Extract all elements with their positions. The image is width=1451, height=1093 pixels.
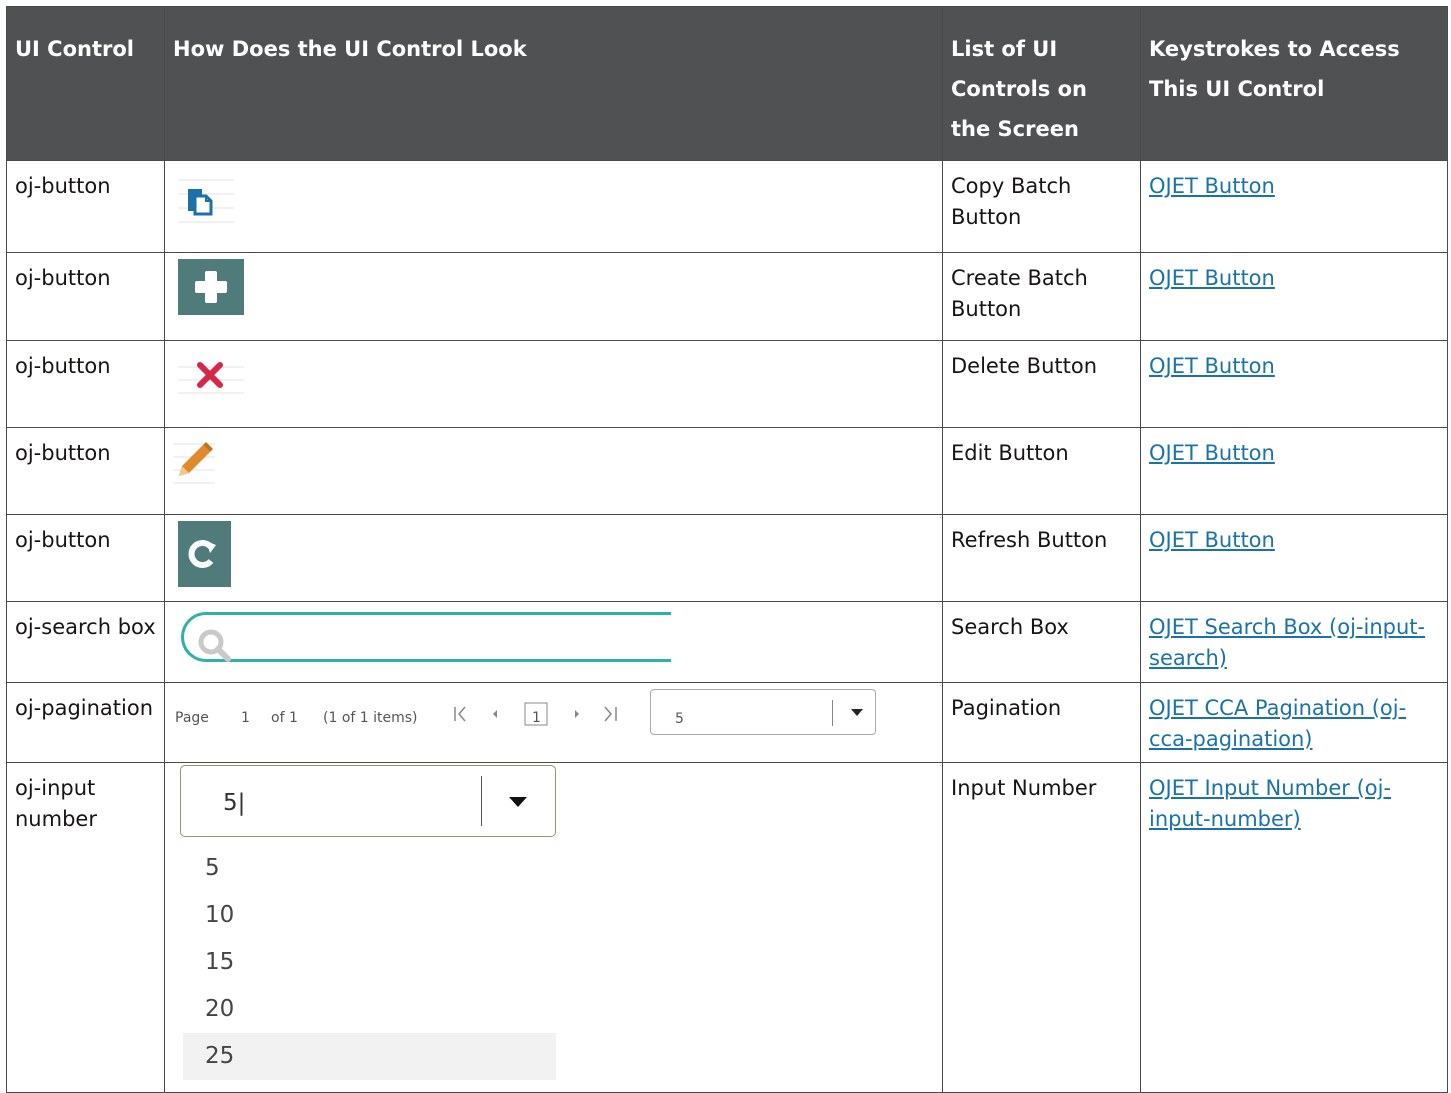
table-row: oj-button Create Batch Button OJET Butto… <box>6 252 1448 341</box>
control-cell: oj-search box <box>6 601 165 683</box>
input-number-image: 5| 5 10 15 20 25 <box>173 765 556 1083</box>
page-label: Page <box>175 710 209 726</box>
header-list: List of UI Controls on the Screen <box>942 6 1141 161</box>
look-cell <box>164 160 943 253</box>
copy-icon <box>178 167 234 233</box>
search-box-image <box>173 606 671 662</box>
list-cell: Refresh Button <box>942 514 1141 602</box>
control-cell: oj-button <box>6 340 165 428</box>
control-cell: oj-button <box>6 160 165 253</box>
ojet-button-link[interactable]: OJET Button <box>1149 441 1275 465</box>
ui-controls-table: UI Control How Does the UI Control Look … <box>6 6 1448 1093</box>
control-cell: oj-button <box>6 427 165 515</box>
ojet-button-link[interactable]: OJET Button <box>1149 354 1275 378</box>
keystroke-cell: OJET Button <box>1140 427 1448 515</box>
ojet-input-number-link[interactable]: OJET Input Number (oj-input-number) <box>1149 776 1391 831</box>
keystroke-cell: OJET Search Box (oj-input-search) <box>1140 601 1448 683</box>
pagination-image: Page 1 of 1 (1 of 1 items) 1 5 <box>173 689 878 739</box>
control-cell: oj-input number <box>6 762 165 1093</box>
input-number-value: 5| <box>223 790 246 816</box>
table-row: oj-button Edit Button OJET Button <box>6 427 1448 515</box>
chevron-down-icon <box>851 709 863 716</box>
control-cell: oj-pagination <box>6 682 165 763</box>
table-row: oj-button Copy Batch Button OJET Button <box>6 160 1448 253</box>
list-cell: Input Number <box>942 762 1141 1093</box>
search-input-outline <box>181 612 671 662</box>
keystroke-cell: OJET Input Number (oj-input-number) <box>1140 762 1448 1093</box>
look-cell: 5| 5 10 15 20 25 <box>164 762 943 1093</box>
search-icon <box>198 629 231 662</box>
ojet-search-box-link[interactable]: OJET Search Box (oj-input-search) <box>1149 615 1425 670</box>
refresh-icon <box>178 521 231 587</box>
page-number: 1 <box>241 710 250 726</box>
keystroke-cell: OJET CCA Pagination (oj-cca-pagination) <box>1140 682 1448 763</box>
look-cell <box>164 514 943 602</box>
header-ui-control: UI Control <box>6 6 165 161</box>
keystroke-cell: OJET Button <box>1140 514 1448 602</box>
input-number-field: 5| <box>180 765 556 837</box>
look-cell <box>164 601 943 683</box>
list-cell: Create Batch Button <box>942 252 1141 341</box>
delete-x-icon <box>178 355 244 395</box>
header-keystrokes: Keystrokes to Access This UI Control <box>1140 6 1448 161</box>
page-of-label: of 1 <box>271 710 298 726</box>
control-cell: oj-button <box>6 252 165 341</box>
pencil-icon <box>173 432 215 486</box>
chevron-down-icon <box>509 797 527 807</box>
table-row: oj-pagination Page 1 of 1 (1 of 1 items)… <box>6 682 1448 763</box>
table-row: oj-search box Search Box OJET Search Box… <box>6 601 1448 683</box>
pager-nav-icons <box>454 702 617 726</box>
keystroke-cell: OJET Button <box>1140 252 1448 341</box>
list-cell: Search Box <box>942 601 1141 683</box>
list-cell: Pagination <box>942 682 1141 763</box>
header-look: How Does the UI Control Look <box>164 6 943 161</box>
dropdown-option: 5 <box>205 855 220 881</box>
ojet-button-link[interactable]: OJET Button <box>1149 266 1275 290</box>
table-row: oj-input number 5| 5 10 15 20 25 Input N… <box>6 762 1448 1093</box>
table-row: oj-button Delete Button OJET Button <box>6 340 1448 428</box>
input-number-dropdown: 5 10 15 20 25 <box>183 845 556 1083</box>
look-cell <box>164 427 943 515</box>
dropdown-option: 20 <box>205 996 235 1022</box>
look-cell: Page 1 of 1 (1 of 1 items) 1 5 <box>164 682 943 763</box>
look-cell <box>164 340 943 428</box>
current-page: 1 <box>532 710 541 726</box>
look-cell <box>164 252 943 341</box>
ojet-button-link[interactable]: OJET Button <box>1149 174 1275 198</box>
list-cell: Edit Button <box>942 427 1141 515</box>
plus-icon <box>178 259 244 315</box>
keystroke-cell: OJET Button <box>1140 160 1448 253</box>
dropdown-option: 10 <box>205 902 235 928</box>
dropdown-option: 15 <box>205 949 235 975</box>
list-cell: Delete Button <box>942 340 1141 428</box>
items-label: (1 of 1 items) <box>323 710 418 726</box>
ojet-pagination-link[interactable]: OJET CCA Pagination (oj-cca-pagination) <box>1149 696 1406 751</box>
page-size-select: 5 <box>650 689 876 735</box>
page-size-value: 5 <box>675 711 684 727</box>
table-row: oj-button Refresh Button OJET Button <box>6 514 1448 602</box>
dropdown-option: 25 <box>183 1033 556 1080</box>
list-cell: Copy Batch Button <box>942 160 1141 253</box>
ojet-button-link[interactable]: OJET Button <box>1149 528 1275 552</box>
keystroke-cell: OJET Button <box>1140 340 1448 428</box>
control-cell: oj-button <box>6 514 165 602</box>
header-row: UI Control How Does the UI Control Look … <box>6 6 1448 161</box>
